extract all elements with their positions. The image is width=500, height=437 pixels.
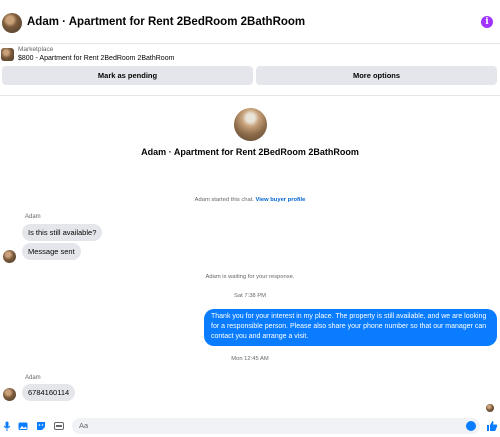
message-bubble-incoming[interactable]: 6784160114	[22, 384, 76, 401]
gif-icon[interactable]	[54, 421, 64, 431]
contact-avatar[interactable]	[2, 13, 22, 33]
marketplace-bar: Marketplace $800 - Apartment for Rent 2B…	[0, 44, 500, 96]
message-composer: Aa	[0, 415, 500, 437]
chat-profile: Adam · Apartment for Rent 2BedRoom 2Bath…	[0, 108, 500, 157]
mark-as-pending-button[interactable]: Mark as pending	[2, 66, 253, 85]
message-bubble-outgoing[interactable]: Thank you for your interest in my place.…	[204, 309, 497, 346]
view-buyer-profile-link[interactable]: View buyer profile	[256, 197, 306, 203]
sender-name: Adam	[25, 214, 41, 220]
message-input-placeholder: Aa	[79, 421, 89, 430]
listing-title[interactable]: $800 - Apartment for Rent 2BedRoom 2Bath…	[18, 55, 174, 62]
message-input[interactable]: Aa	[72, 418, 480, 434]
listing-thumbnail[interactable]	[1, 48, 14, 61]
sticker-icon[interactable]	[36, 421, 46, 431]
like-icon[interactable]	[486, 420, 498, 432]
photo-icon[interactable]	[18, 421, 28, 431]
waiting-notice: Adam is waiting for your response.	[205, 274, 295, 280]
sender-avatar[interactable]	[3, 388, 16, 401]
timestamp: Sat 7:38 PM	[234, 293, 266, 299]
sender-avatar[interactable]	[3, 250, 16, 263]
chat-started-notice: Adam started this chat. View buyer profi…	[0, 197, 500, 203]
info-icon[interactable]: i	[481, 16, 493, 28]
more-options-button[interactable]: More options	[256, 66, 497, 85]
chat-started-text: Adam started this chat.	[194, 197, 254, 203]
message-bubble-incoming[interactable]: Is this still available?	[22, 224, 103, 241]
microphone-icon[interactable]	[2, 421, 12, 431]
marketplace-label: Marketplace	[18, 46, 54, 53]
chat-title[interactable]: Adam · Apartment for Rent 2BedRoom 2Bath…	[27, 16, 305, 28]
profile-avatar[interactable]	[233, 108, 267, 141]
timestamp: Mon 12:45 AM	[231, 356, 269, 362]
message-bubble-incoming[interactable]: Message sent	[22, 243, 81, 260]
seen-indicator-avatar	[486, 404, 494, 412]
profile-name: Adam · Apartment for Rent 2BedRoom 2Bath…	[141, 147, 359, 157]
chat-header: Adam · Apartment for Rent 2BedRoom 2Bath…	[0, 0, 500, 44]
sender-name: Adam	[25, 375, 41, 381]
emoji-icon[interactable]	[466, 421, 476, 431]
